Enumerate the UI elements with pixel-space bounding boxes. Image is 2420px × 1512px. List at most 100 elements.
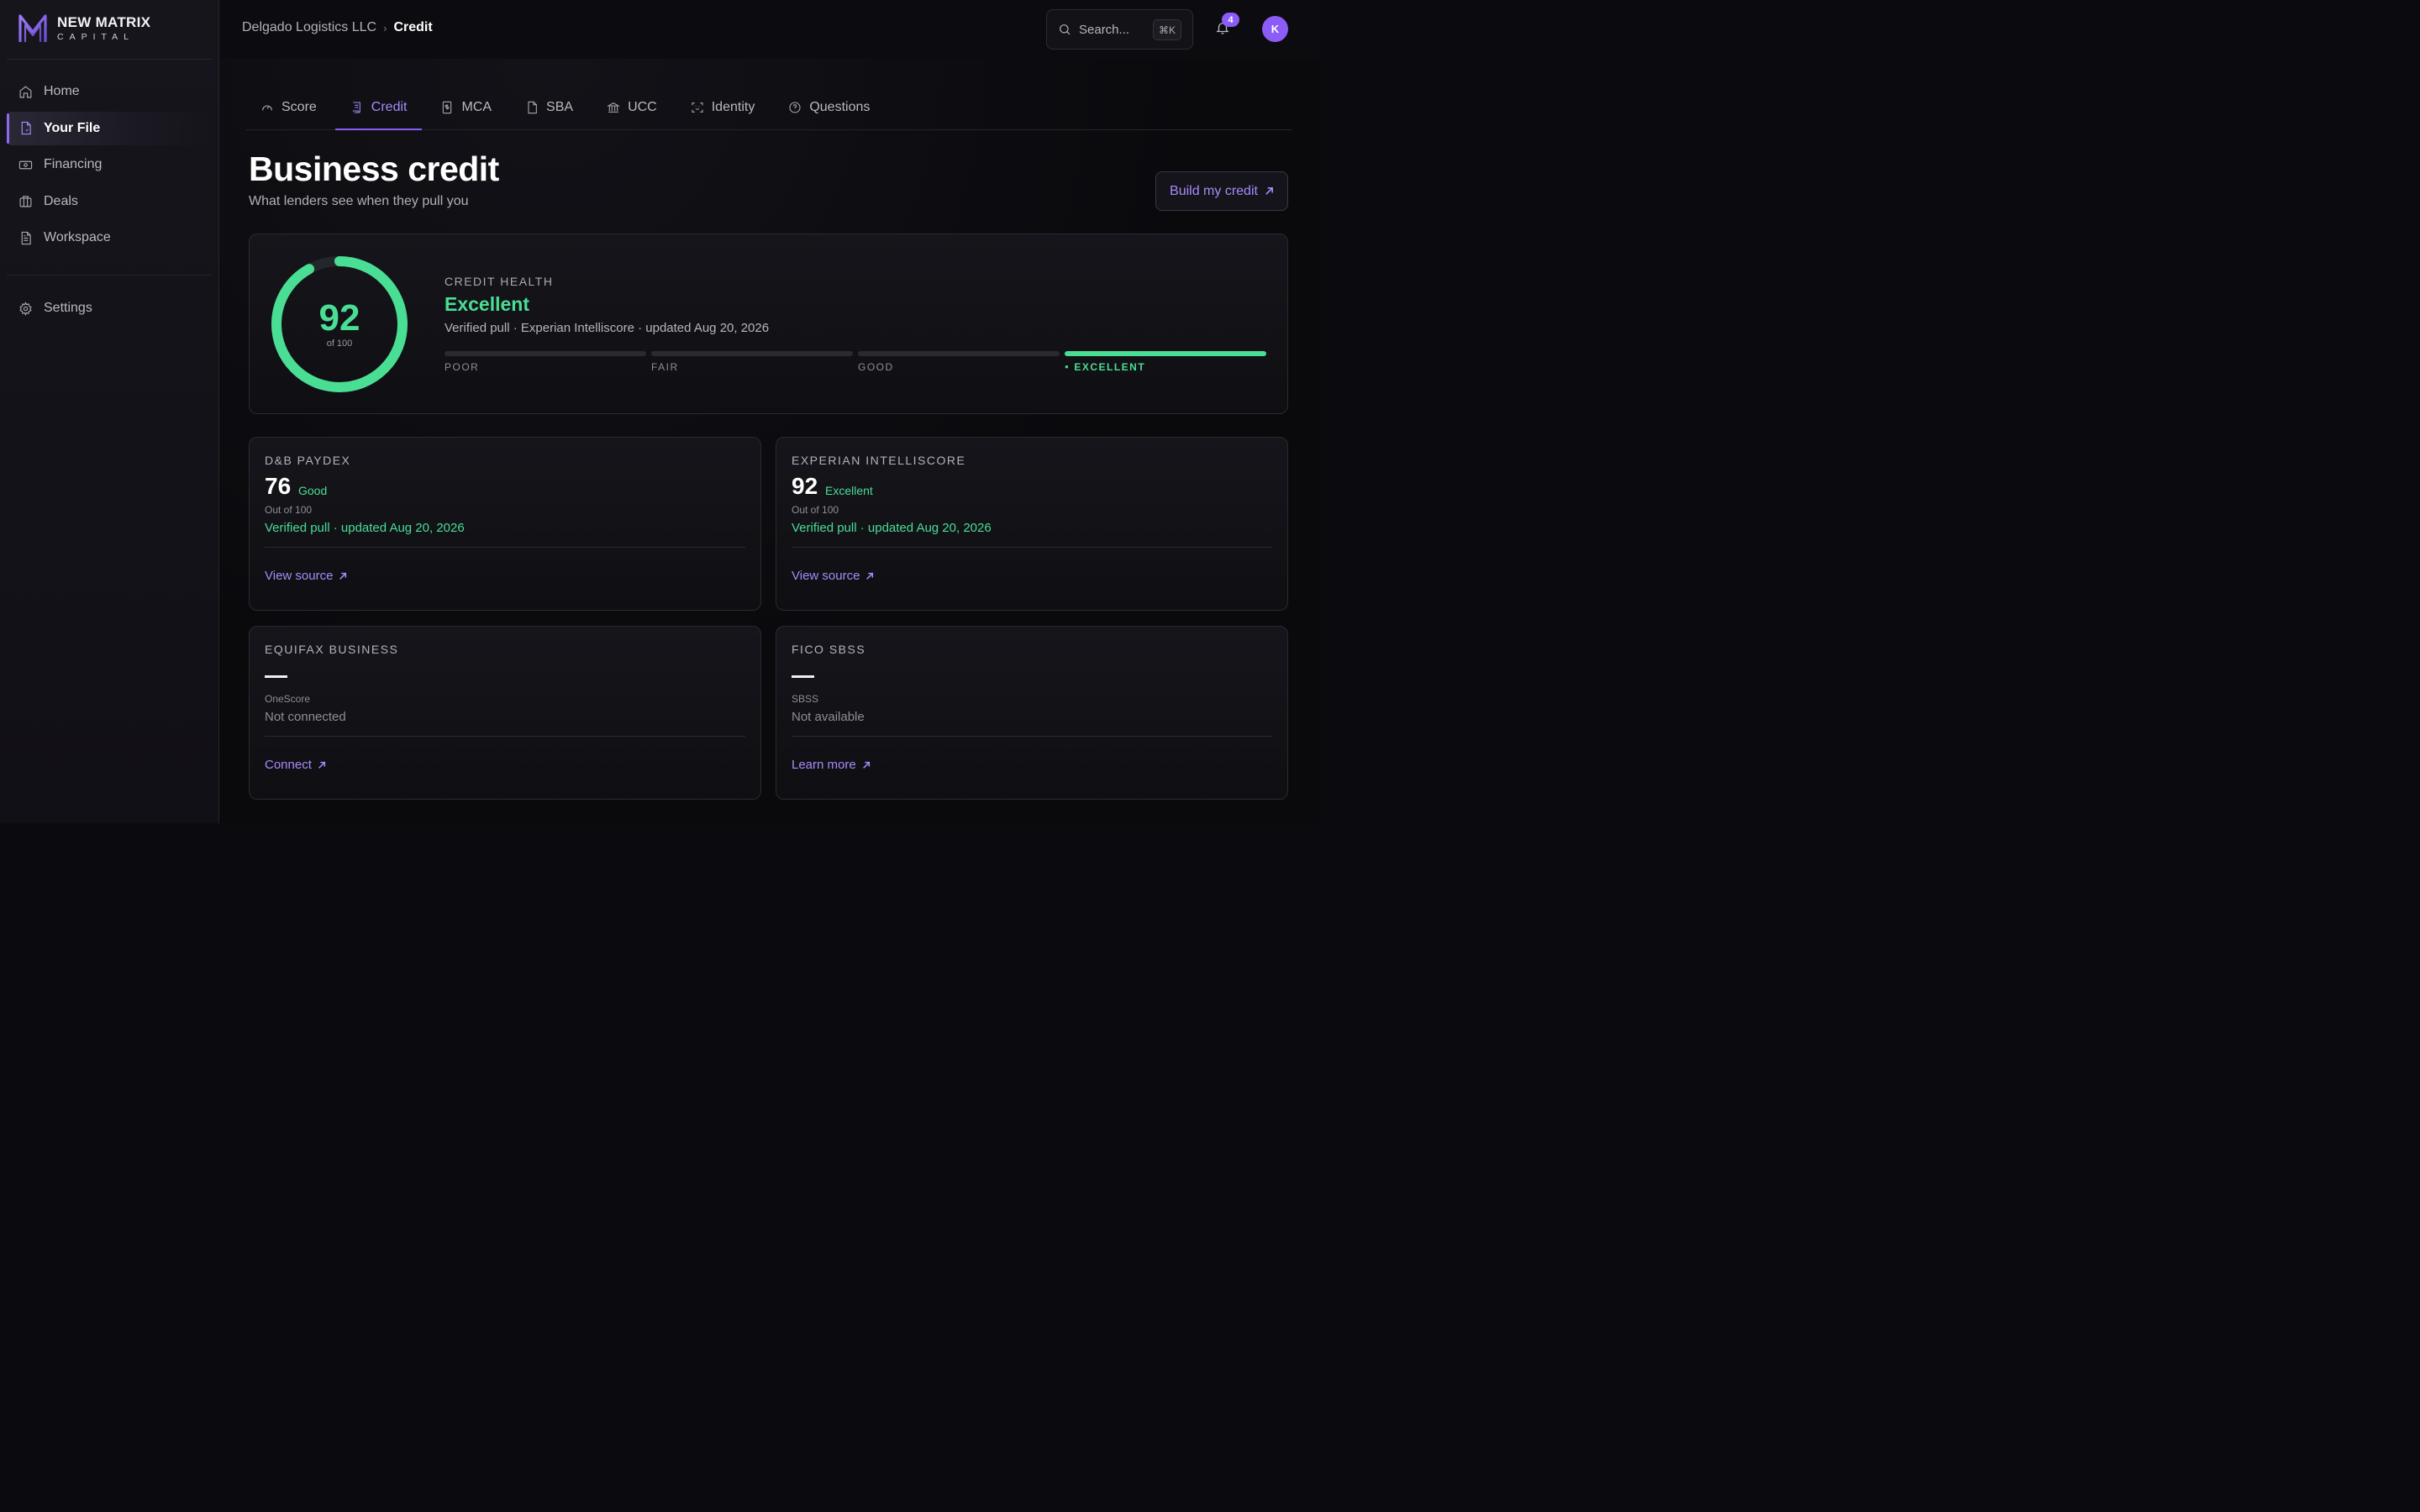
breadcrumb-parent[interactable]: Delgado Logistics LLC <box>242 20 376 35</box>
main-content: Score Credit MCA SBA UCC Identity Questi… <box>219 59 1318 823</box>
build-credit-button[interactable]: Build my credit <box>1155 171 1288 211</box>
sidebar: NEW MATRIX CAPITAL Home Your File Financ… <box>0 0 219 823</box>
tab-bar: Score Credit MCA SBA UCC Identity Questi… <box>245 86 1292 130</box>
level-label-excellent: EXCELLENT <box>1065 361 1145 373</box>
tab-label: UCC <box>628 100 657 114</box>
tab-credit[interactable]: Credit <box>334 86 423 130</box>
home-icon <box>19 85 32 97</box>
health-score-of: of 100 <box>326 339 353 349</box>
avatar[interactable]: K <box>1262 16 1288 42</box>
link-label: Learn more <box>792 758 856 772</box>
arrow-up-right-icon <box>866 572 874 580</box>
level-bar-excellent <box>1065 351 1266 356</box>
score-card-status: Not connected <box>265 710 346 724</box>
level-bar-poor <box>445 351 646 356</box>
score-card-label: EXPERIAN INTELLISCORE <box>792 454 966 467</box>
tab-mca[interactable]: MCA <box>425 86 507 129</box>
level-label-good: GOOD <box>858 361 894 373</box>
score-card-label: FICO SBSS <box>792 643 866 656</box>
score-card-experian: EXPERIAN INTELLISCORE 92 Excellent Out o… <box>776 437 1288 611</box>
file-icon <box>21 121 31 135</box>
tab-questions[interactable]: Questions <box>773 86 885 129</box>
brand-name: NEW MATRIX <box>57 14 151 31</box>
view-source-link[interactable]: View source <box>792 569 874 583</box>
tab-label: SBA <box>546 100 574 114</box>
score-card-equifax: EQUIFAX BUSINESS OneScore Not connected … <box>249 626 761 800</box>
health-meta: Verified pull · Experian Intelliscore · … <box>445 321 770 335</box>
level-bar-fair <box>651 351 853 356</box>
health-score: 92 <box>318 297 360 339</box>
learn-more-link[interactable]: Learn more <box>792 758 871 772</box>
sidebar-item-home[interactable]: Home <box>7 75 212 108</box>
tab-sba[interactable]: SBA <box>510 86 588 129</box>
sidebar-item-label: Home <box>44 84 80 98</box>
score-card-status: Verified pull · updated Aug 20, 2026 <box>265 521 465 535</box>
page-title: Business credit <box>249 150 499 188</box>
brand-sub: CAPITAL <box>57 32 134 43</box>
link-label: View source <box>792 569 860 583</box>
level-label-fair: FAIR <box>651 361 679 373</box>
sidebar-item-your-file[interactable]: Your File <box>7 111 212 145</box>
sidebar-divider <box>7 59 212 60</box>
score-card-rating: Excellent <box>825 484 873 497</box>
topbar: Delgado Logistics LLC › Credit Search...… <box>219 0 1318 59</box>
sidebar-item-label: Settings <box>44 301 92 315</box>
score-card-label: EQUIFAX BUSINESS <box>265 643 399 656</box>
score-card-out-of: Out of 100 <box>792 504 839 516</box>
brand[interactable]: NEW MATRIX CAPITAL <box>18 13 150 44</box>
tab-label: Identity <box>711 100 755 114</box>
score-card-score: 92 <box>792 473 818 499</box>
bank-icon <box>607 102 621 113</box>
sidebar-item-workspace[interactable]: Workspace <box>7 221 212 255</box>
score-card-status: Not available <box>792 710 865 724</box>
arrow-up-right-icon <box>339 572 347 580</box>
card-divider <box>265 547 745 548</box>
tab-label: Questions <box>809 100 871 114</box>
gauge-icon <box>262 105 272 111</box>
tab-score[interactable]: Score <box>245 86 332 129</box>
score-card-dnb: D&B PAYDEX 76 Good Out of 100 Verified p… <box>249 437 761 611</box>
score-card-score: 76 <box>265 473 292 499</box>
arrow-up-right-icon <box>1265 187 1273 195</box>
arrow-up-right-icon <box>862 761 870 769</box>
sidebar-nav-bottom: Settings <box>7 291 212 328</box>
sidebar-item-label: Your File <box>44 120 101 135</box>
build-credit-label: Build my credit <box>1170 183 1258 198</box>
sidebar-item-settings[interactable]: Settings <box>7 291 212 325</box>
level-label-poor: POOR <box>445 361 480 373</box>
tab-label: Score <box>281 100 317 114</box>
link-label: View source <box>265 569 334 583</box>
score-card-status: Verified pull · updated Aug 20, 2026 <box>792 521 992 535</box>
sidebar-item-financing[interactable]: Financing <box>7 148 212 181</box>
search-placeholder: Search... <box>1079 22 1130 37</box>
score-card-out-of: OneScore <box>265 693 311 705</box>
health-label: CREDIT HEALTH <box>445 275 554 288</box>
dollar-doc-icon <box>443 101 452 114</box>
breadcrumb: Delgado Logistics LLC › Credit <box>242 20 433 35</box>
sidebar-item-label: Financing <box>44 157 103 172</box>
score-card-out-of: Out of 100 <box>265 504 313 516</box>
card-divider <box>792 736 1272 737</box>
tab-ucc[interactable]: UCC <box>592 86 672 129</box>
sidebar-item-label: Workspace <box>44 230 111 245</box>
level-bar-good <box>858 351 1060 356</box>
connect-link[interactable]: Connect <box>265 758 326 772</box>
gear-icon <box>19 301 32 316</box>
tab-label: Credit <box>371 100 408 114</box>
search-shortcut: ⌘K <box>1152 19 1181 40</box>
view-source-link[interactable]: View source <box>265 569 347 583</box>
search-icon <box>1060 24 1071 35</box>
tab-label: MCA <box>461 100 492 114</box>
app: NEW MATRIX CAPITAL Home Your File Financ… <box>0 0 1318 823</box>
search-input[interactable]: Search... ⌘K <box>1046 9 1193 50</box>
sidebar-divider <box>7 275 212 276</box>
score-card-rating: Good <box>298 484 328 497</box>
receipt-icon <box>352 102 360 113</box>
empty-score-dash <box>265 675 287 678</box>
score-card-label: D&B PAYDEX <box>265 454 351 467</box>
health-rating: Excellent <box>445 293 529 315</box>
card-divider <box>265 736 745 737</box>
tab-identity[interactable]: Identity <box>676 86 771 129</box>
sidebar-item-deals[interactable]: Deals <box>7 185 212 218</box>
page-icon <box>528 101 537 114</box>
